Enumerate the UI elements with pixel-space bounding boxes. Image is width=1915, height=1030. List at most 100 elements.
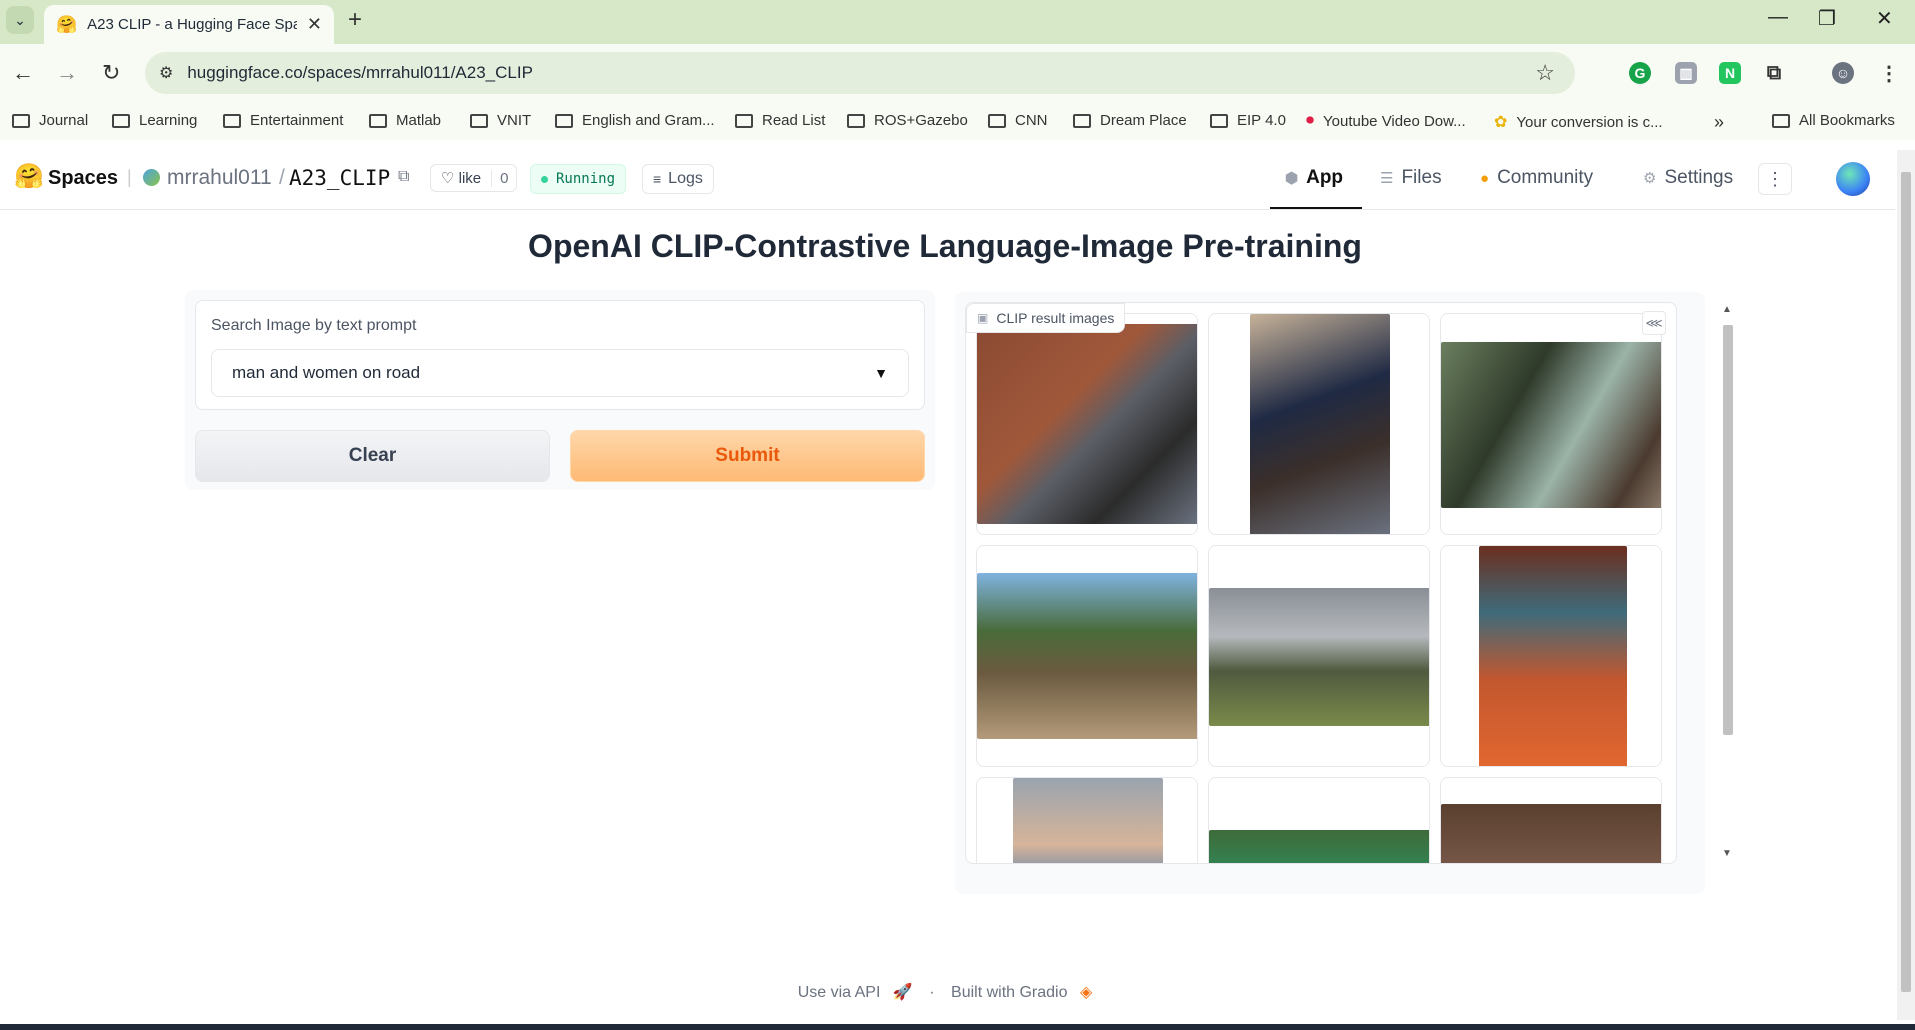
result-image xyxy=(1250,314,1390,534)
footer-separator: · xyxy=(929,984,935,1001)
gallery-thumbnail[interactable] xyxy=(1208,545,1430,767)
scroll-up-icon[interactable]: ▲ xyxy=(1722,304,1732,315)
bookmark-dream-place[interactable]: Dream Place xyxy=(1073,112,1187,129)
gallery-panel: ▣ CLIP result images ⋘ xyxy=(955,292,1705,894)
gallery-thumbnail[interactable] xyxy=(1208,313,1430,535)
site-settings-icon[interactable]: ⚙ xyxy=(159,63,173,83)
grammarly-extension-icon[interactable]: G xyxy=(1629,62,1651,84)
folder-icon xyxy=(555,113,573,128)
bookmark-conversion[interactable]: ✿ Your conversion is c... xyxy=(1494,112,1663,132)
minimize-icon[interactable]: — xyxy=(1768,6,1788,29)
user-avatar[interactable] xyxy=(1836,162,1870,196)
hugging-face-logo-icon[interactable]: 🤗 xyxy=(14,162,44,191)
owner-link[interactable]: mrrahul011 xyxy=(167,166,272,190)
page-scroll-thumb[interactable] xyxy=(1901,172,1911,992)
profile-icon[interactable]: ☺ xyxy=(1832,62,1854,84)
prompt-dropdown[interactable]: man and women on road ▼ xyxy=(211,349,909,397)
scroll-down-icon[interactable]: ▼ xyxy=(1722,848,1732,859)
active-tab-underline xyxy=(1270,207,1362,209)
gradio-logo-icon: ◈ xyxy=(1079,984,1093,1001)
bookmark-learning[interactable]: Learning xyxy=(112,112,197,129)
folder-icon xyxy=(369,113,387,128)
image-icon: ▣ xyxy=(977,311,989,325)
restore-icon[interactable]: ❐ xyxy=(1818,6,1836,31)
forward-icon[interactable]: → xyxy=(56,60,78,86)
gallery-thumbnail[interactable] xyxy=(1208,777,1430,863)
bookmark-all-bookmarks[interactable]: All Bookmarks xyxy=(1772,112,1895,129)
tab-community[interactable]: ● Community xyxy=(1480,167,1593,189)
gallery-thumbnail[interactable] xyxy=(1440,313,1662,535)
close-tab-icon[interactable]: ✕ xyxy=(307,14,322,35)
share-icon[interactable]: ⋘ xyxy=(1642,311,1666,335)
copy-icon[interactable]: ⧉ xyxy=(398,168,409,186)
bookmark-english-grammar[interactable]: English and Gram... xyxy=(555,112,715,129)
result-image xyxy=(977,324,1197,524)
gallery[interactable]: ▣ CLIP result images ⋘ xyxy=(965,302,1677,864)
status-badge[interactable]: Running xyxy=(530,164,627,194)
caret-down-icon[interactable]: ▼ xyxy=(874,365,888,381)
repo-name[interactable]: A23_CLIP xyxy=(289,166,390,190)
logs-icon: ≡ xyxy=(653,171,662,187)
gallery-scrollbar[interactable]: ▲ ▼ xyxy=(1720,300,1736,864)
back-icon[interactable]: ← xyxy=(12,60,34,86)
submit-button[interactable]: Submit xyxy=(570,430,925,482)
tab-settings[interactable]: ⚙ Settings xyxy=(1643,167,1733,189)
logs-button[interactable]: ≡ Logs xyxy=(642,164,714,194)
reload-icon[interactable]: ↻ xyxy=(102,60,120,86)
url-text[interactable]: huggingface.co/spaces/mrrahul011/A23_CLI… xyxy=(187,63,533,83)
folder-icon xyxy=(988,113,1006,128)
tab-search-button[interactable]: ⌄ xyxy=(6,6,34,34)
gallery-thumbnail[interactable] xyxy=(1440,545,1662,767)
extensions-puzzle-icon[interactable]: ⧉ xyxy=(1763,62,1785,84)
bookmark-journal[interactable]: Journal xyxy=(12,112,88,129)
bookmark-eip[interactable]: EIP 4.0 xyxy=(1210,112,1286,129)
hf-header: 🤗 Spaces | mrrahul011 / A23_CLIP ⧉ ♡ lik… xyxy=(0,150,1895,210)
reader-extension-icon[interactable]: ▥ xyxy=(1675,62,1697,84)
use-api-link[interactable]: Use via API 🚀 xyxy=(794,984,917,1001)
bookmark-ros-gazebo[interactable]: ROS+Gazebo xyxy=(847,112,968,129)
bookmark-read-list[interactable]: Read List xyxy=(735,112,825,129)
tab-app[interactable]: ⬢ App xyxy=(1285,167,1343,189)
notion-extension-icon[interactable]: N xyxy=(1719,62,1741,84)
community-icon: ● xyxy=(1480,169,1490,187)
bookmark-cnn[interactable]: CNN xyxy=(988,112,1048,129)
gallery-thumbnail[interactable] xyxy=(1440,777,1662,863)
clear-button[interactable]: Clear xyxy=(195,430,550,482)
more-options-icon[interactable]: ⋮ xyxy=(1758,163,1792,195)
bookmark-youtube-downloader[interactable]: ⏺ Youtube Video Dow... xyxy=(1306,112,1466,130)
tab-title: A23 CLIP - a Hugging Face Space xyxy=(87,16,298,33)
gallery-thumbnail[interactable] xyxy=(976,313,1198,535)
bookmark-star-icon[interactable]: ☆ xyxy=(1535,60,1555,86)
owner-avatar xyxy=(143,169,160,186)
browser-toolbar: ← → ↻ ⚙ huggingface.co/spaces/mrrahul011… xyxy=(0,44,1915,104)
new-tab-icon[interactable]: + xyxy=(348,6,362,34)
browser-tab[interactable]: 🤗 A23 CLIP - a Hugging Face Space ✕ xyxy=(44,5,334,44)
address-bar[interactable]: ⚙ huggingface.co/spaces/mrrahul011/A23_C… xyxy=(145,52,1575,94)
folder-icon xyxy=(470,113,488,128)
result-image xyxy=(1441,342,1661,508)
gallery-thumbnail[interactable] xyxy=(976,545,1198,767)
bookmark-matlab[interactable]: Matlab xyxy=(369,112,441,129)
files-icon: ☰ xyxy=(1380,170,1394,187)
page-scrollbar[interactable] xyxy=(1897,150,1915,1020)
built-with-gradio-link[interactable]: Built with Gradio ◈ xyxy=(947,984,1096,1001)
spaces-link[interactable]: Spaces xyxy=(48,167,118,190)
folder-icon xyxy=(112,113,130,128)
close-window-icon[interactable]: ✕ xyxy=(1876,6,1893,31)
result-image xyxy=(1013,778,1163,863)
result-image xyxy=(1441,804,1661,863)
browser-menu-icon[interactable]: ⋮ xyxy=(1878,62,1900,85)
heart-icon: ♡ xyxy=(441,170,455,187)
gallery-scroll-thumb[interactable] xyxy=(1723,325,1733,735)
hugging-face-favicon-icon: 🤗 xyxy=(56,14,78,34)
page-title: OpenAI CLIP-Contrastive Language-Image P… xyxy=(528,228,1362,264)
bookmark-entertainment[interactable]: Entertainment xyxy=(223,112,343,129)
gallery-thumbnail[interactable] xyxy=(976,777,1198,863)
input-panel: Search Image by text prompt man and wome… xyxy=(185,290,935,490)
like-button[interactable]: ♡ like 0 xyxy=(430,164,518,192)
bookmark-vnit[interactable]: VNIT xyxy=(470,112,531,129)
result-image xyxy=(1209,588,1429,726)
status-dot-icon xyxy=(541,175,548,183)
more-bookmarks-chevron-icon[interactable]: » xyxy=(1714,112,1724,133)
tab-files[interactable]: ☰ Files xyxy=(1380,167,1442,189)
